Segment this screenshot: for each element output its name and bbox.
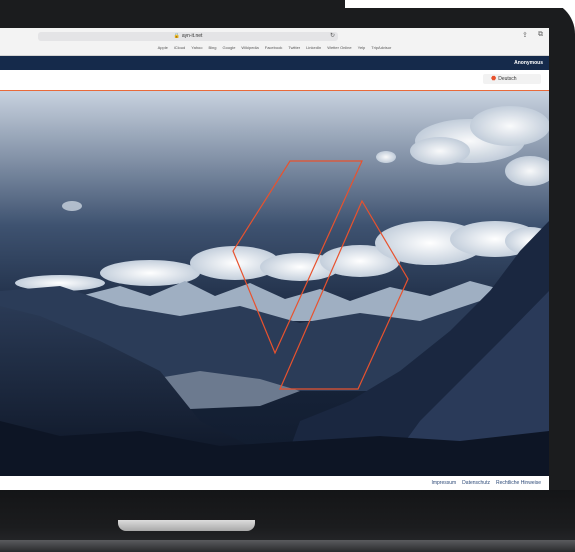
footer-link-rechtliche-hinweise[interactable]: Rechtliche Hinweise [496,476,541,490]
bookmark-link[interactable]: Bing [209,44,217,52]
bookmarks-bar: Apple iCloud Yahoo Bing Google Wikipedia… [0,44,549,52]
bookmark-link[interactable]: Yelp [358,44,366,52]
bookmark-link[interactable]: Yahoo [191,44,202,52]
footer-link-impressum[interactable]: Impressum [431,476,456,490]
background-corner [345,0,575,8]
language-label: Deutsch [498,76,517,82]
language-switch[interactable]: ⬣ Deutsch [483,74,541,84]
tabs-icon[interactable]: ⧉ [538,31,543,39]
site-footer: Impressum Datenschutz Rechtliche Hinweis… [0,476,549,490]
bookmark-link[interactable]: Facebook [265,44,283,52]
user-name[interactable]: Anonymous [514,56,543,70]
url-text: ayn-it.net [181,33,203,39]
bookmark-link[interactable]: Google [223,44,236,52]
bookmark-link[interactable]: iCloud [174,44,185,52]
bookmark-link[interactable]: Wetter Online [327,44,351,52]
browser-toolbar: 🔒 ayn-it.net ↻ ⇪ ⧉ Apple iCloud Yahoo Bin… [0,28,549,56]
mountain-landscape-image [0,91,549,476]
hero-image [0,91,549,476]
reload-icon[interactable]: ↻ [330,32,335,41]
bookmark-link[interactable]: TripAdvisor [371,44,391,52]
bookmark-link[interactable]: LinkedIn [306,44,321,52]
footer-link-datenschutz[interactable]: Datenschutz [462,476,490,490]
footer-links: Impressum Datenschutz Rechtliche Hinweis… [431,476,541,490]
logo-icon: ⬣ [491,76,497,82]
laptop-base [0,540,575,552]
bookmark-link[interactable]: Wikipedia [241,44,258,52]
bookmark-link[interactable]: Apple [158,44,168,52]
site-header: ⬣ Deutsch [0,70,549,91]
address-bar[interactable]: 🔒 ayn-it.net [38,32,338,41]
screen: 🔒 ayn-it.net ↻ ⇪ ⧉ Apple iCloud Yahoo Bin… [0,28,549,490]
laptop-notch [118,520,255,531]
bookmark-link[interactable]: Twitter [288,44,300,52]
share-icon[interactable]: ⇪ [522,31,528,39]
lock-icon: 🔒 [173,33,180,39]
site-top-bar: Anonymous [0,56,549,70]
